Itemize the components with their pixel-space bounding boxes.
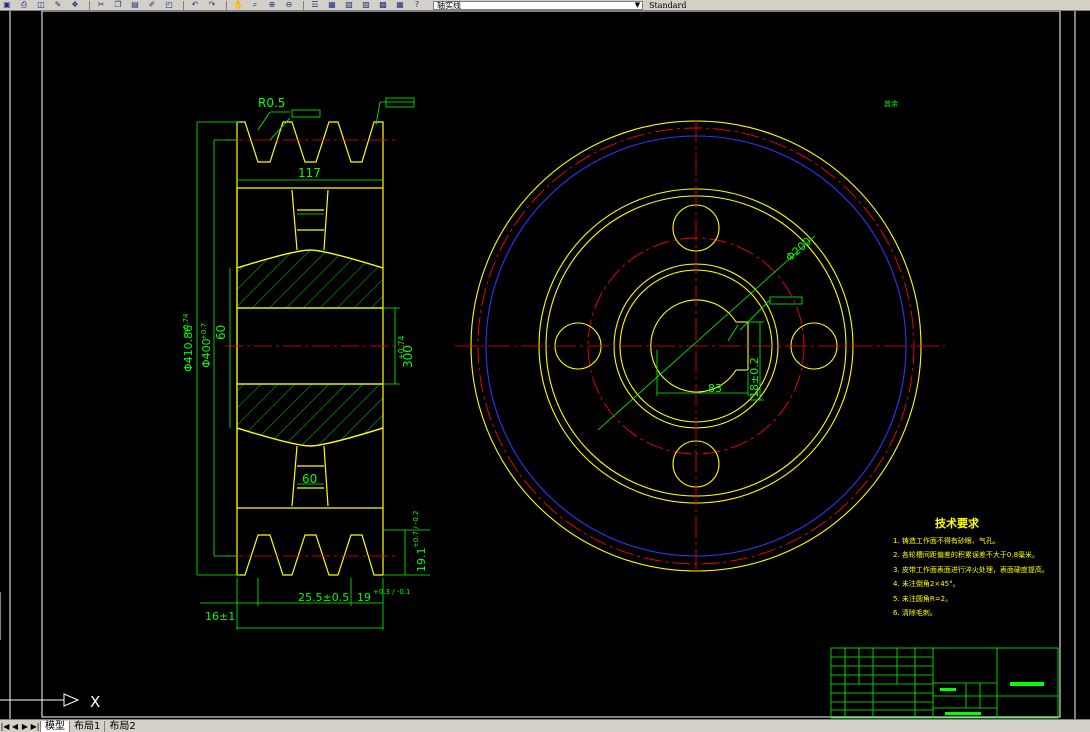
toolbar-separator — [303, 0, 304, 10]
chevron-down-icon[interactable]: ▼ — [633, 1, 642, 10]
bore-tol-label: +0.74 — [397, 335, 406, 360]
bore-60-label: 60 — [214, 325, 228, 340]
copy-icon[interactable]: ❐ — [111, 1, 125, 10]
layer-dropdown[interactable]: 轴实线 ▼ — [433, 0, 643, 10]
dim-200-label: Φ200 — [783, 235, 814, 265]
calculator-icon[interactable]: ▦ — [393, 1, 407, 10]
redo-icon[interactable]: ↷ — [205, 1, 219, 10]
dim-19r-tol-label: +0.7 / -0.2 — [412, 511, 420, 548]
tech-title: 技术要求 — [935, 516, 980, 530]
save-icon[interactable]: ▣ — [0, 1, 14, 10]
dim-16-label: 16±1 — [205, 610, 235, 623]
sheet-set-icon[interactable]: ▨ — [359, 1, 373, 10]
toolbar-separator — [183, 0, 184, 10]
tool-palette-icon[interactable]: ▧ — [342, 1, 356, 10]
ucs-icon — [0, 693, 80, 707]
dim-25-label: 25.5±0.5 — [298, 591, 349, 604]
dia-400-tol-label: +0.7 — [200, 323, 208, 340]
cut-icon[interactable]: ✂ — [94, 1, 108, 10]
block-editor-icon[interactable]: ◰ — [162, 1, 176, 10]
tab-layout2[interactable]: 布局2 — [104, 720, 139, 732]
dim-19r-label: 19.1 — [415, 548, 428, 573]
dia-400-label: Φ400 — [200, 338, 213, 368]
pan-icon[interactable]: ✋ — [231, 1, 245, 10]
next-tab-icon[interactable]: ▶ — [20, 721, 30, 731]
first-tab-icon[interactable]: |◀ — [0, 721, 10, 731]
tech-item-4: 4. 未注倒角2×45°。 — [893, 579, 960, 588]
design-center-icon[interactable]: ▦ — [325, 1, 339, 10]
publish-icon[interactable]: ❖ — [68, 1, 82, 10]
tech-item-5: 5. 未注圆角R=2。 — [893, 594, 952, 603]
tab-model[interactable]: 模型 — [40, 720, 69, 732]
layout-tab-bar: |◀ ◀ ▶ ▶| 模型 布局1 布局2 — [0, 719, 1090, 732]
dim-19-tol-label: +0.3 / -0.1 — [373, 588, 410, 596]
radius-label: R0.5 — [258, 96, 285, 110]
rest-roughness-label: 其余 — [884, 99, 898, 108]
undo-icon[interactable]: ↶ — [188, 1, 202, 10]
paste-icon[interactable]: ▤ — [128, 1, 142, 10]
tech-item-2: 2. 各轮槽间距偏差的积累误差不大于0.8毫米。 — [893, 550, 1039, 559]
zoom-realtime-icon[interactable]: ⌕ — [248, 1, 262, 10]
markup-icon[interactable]: ▩ — [376, 1, 390, 10]
technical-requirements: 技术要求 1. 铸造工作面不得有砂眼、气孔。 2. 各轮槽间距偏差的积累误差不大… — [893, 516, 1049, 617]
properties-icon[interactable]: ☰ — [308, 1, 322, 10]
layer-dropdown-value: 轴实线 — [437, 0, 461, 10]
width-117-label: 117 — [298, 166, 321, 180]
tech-item-1: 1. 铸造工作面不得有砂眼、气孔。 — [893, 536, 1000, 545]
standard-toolbar: ▣ ⎙ ◫ ✎ ❖ ✂ ❐ ▤ ✐ ◰ ↶ ↷ ✋ ⌕ ⊕ ⊖ ☰ ▦ ▧ ▨ ▩ ▦? 轴实线 ▼ Standard — [0, 0, 1090, 11]
last-tab-icon[interactable]: ▶| — [30, 721, 40, 731]
match-properties-icon[interactable]: ✐ — [145, 1, 159, 10]
preview-icon[interactable]: ◫ — [34, 1, 48, 10]
tech-item-6: 6. 清除毛刺。 — [893, 608, 937, 617]
toolbar-separator — [89, 0, 90, 10]
text-style-dropdown[interactable]: Standard — [649, 1, 686, 10]
dim-18-label: 18±0.2 — [748, 357, 761, 398]
front-view: Φ200 83 18±0.2 其余 — [455, 99, 945, 575]
help-icon[interactable]: ? — [410, 1, 424, 10]
print-icon[interactable]: ⎙ — [17, 1, 31, 10]
plot-icon[interactable]: ✎ — [51, 1, 65, 10]
section-view: R0.5 117 60 16±1 25.5±0.5 19 +0.3 / -0.1… — [182, 96, 430, 630]
dia-410-tol-label: +0.74 — [182, 313, 190, 335]
tab-layout1[interactable]: 布局1 — [69, 720, 104, 732]
hub-60-label: 60 — [302, 472, 317, 486]
dim-83-label: 83 — [708, 382, 722, 395]
dim-19-label: 19 — [357, 591, 371, 604]
ucs-x-label: X — [90, 693, 100, 711]
zoom-previous-icon[interactable]: ⊖ — [282, 1, 296, 10]
drawing-canvas[interactable]: R0.5 117 60 16±1 25.5±0.5 19 +0.3 / -0.1… — [0, 11, 1090, 719]
tech-item-3: 3. 皮带工作面表面进行淬火处理，表面硬度提高。 — [893, 565, 1049, 574]
toolbar-separator — [226, 0, 227, 10]
prev-tab-icon[interactable]: ◀ — [10, 721, 20, 731]
zoom-window-icon[interactable]: ⊕ — [265, 1, 279, 10]
